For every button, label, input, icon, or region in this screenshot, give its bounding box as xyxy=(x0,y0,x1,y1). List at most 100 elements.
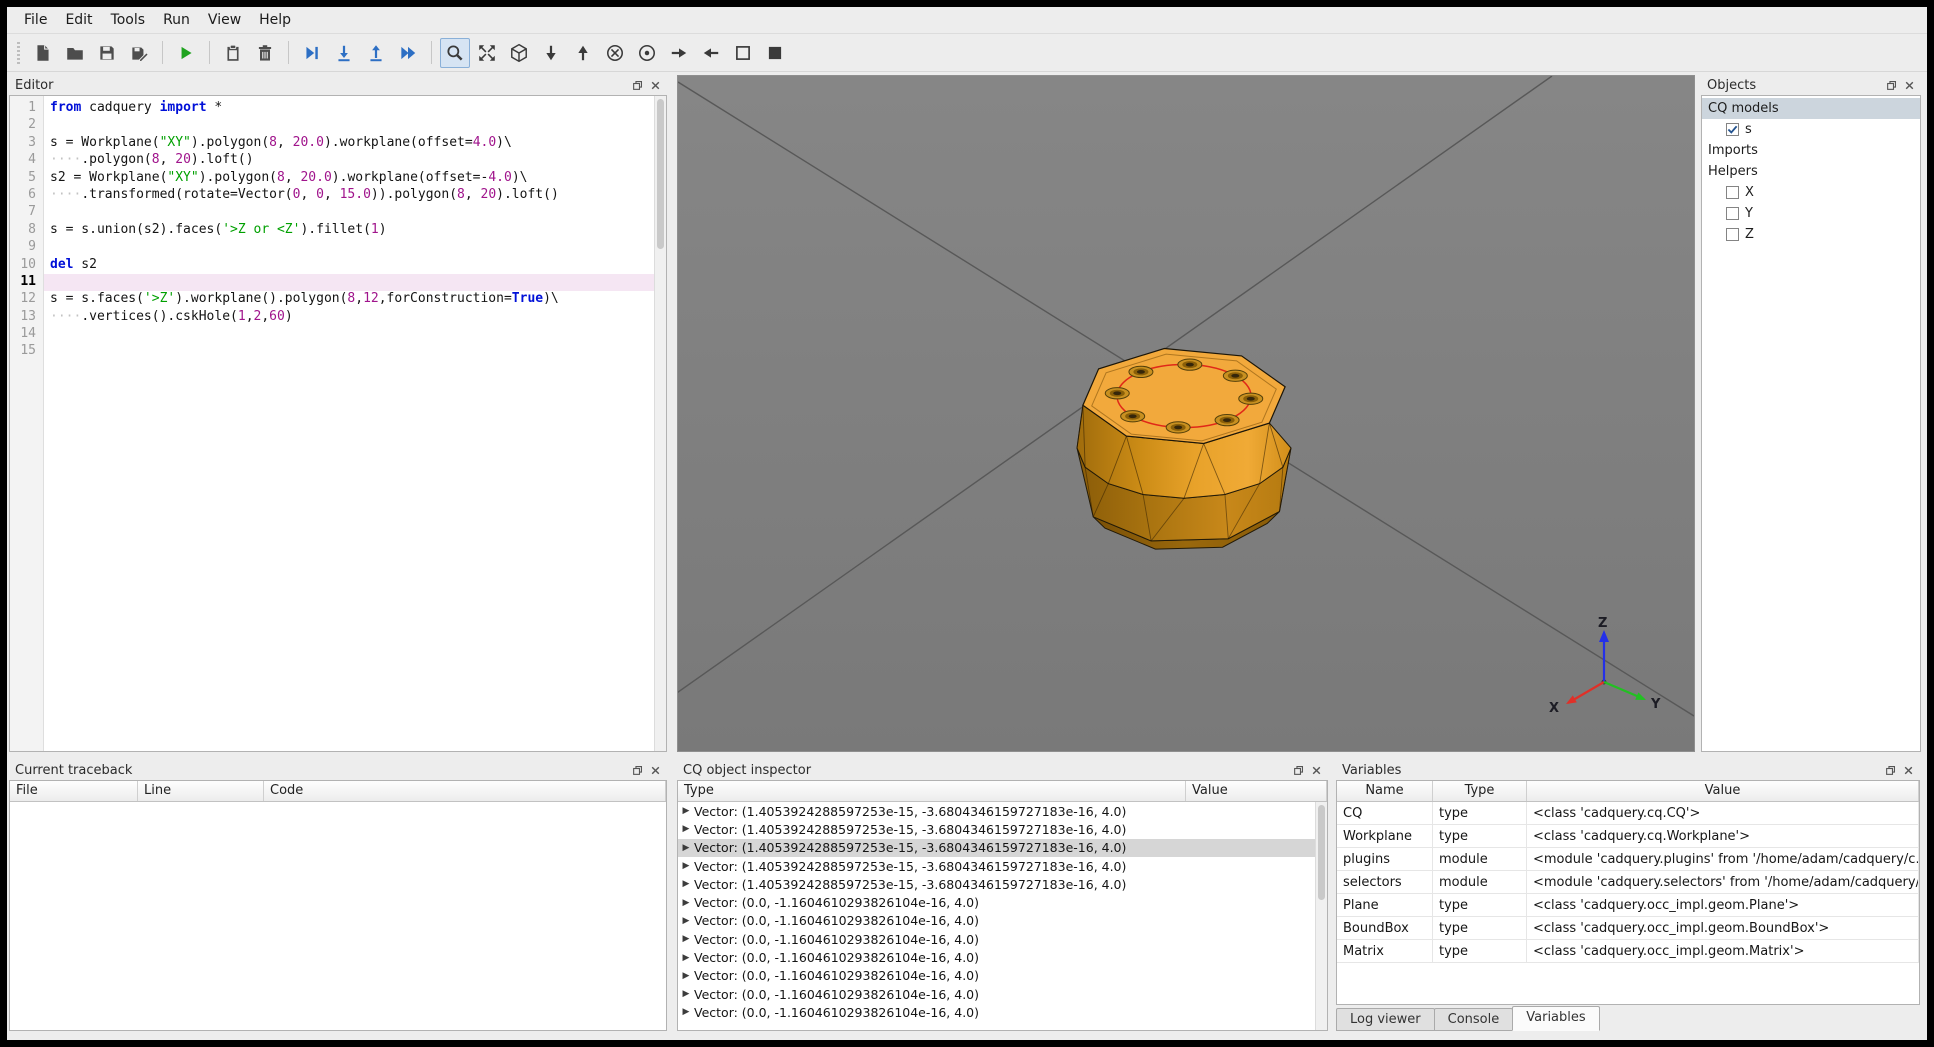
inspector-row[interactable]: ▶ Vector: (1.4053924288597253e-15, -3.680… xyxy=(678,802,1315,820)
expand-arrow-icon[interactable]: ▶ xyxy=(678,806,694,816)
save-button[interactable] xyxy=(92,38,122,68)
close-panel-button[interactable] xyxy=(1309,763,1324,778)
editor-scrollbar[interactable] xyxy=(654,96,666,751)
undock-panel-button[interactable] xyxy=(630,763,645,778)
column-header-value[interactable]: Value xyxy=(1527,781,1919,801)
unchecked-checkbox[interactable] xyxy=(1726,186,1739,199)
render-button[interactable] xyxy=(171,38,201,68)
menu-help[interactable]: Help xyxy=(250,8,300,32)
inspector-row[interactable]: ▶ Vector: (0.0, -1.1604610293826104e-16, … xyxy=(678,912,1315,930)
step-button[interactable] xyxy=(297,38,327,68)
tab-log-viewer[interactable]: Log viewer xyxy=(1336,1008,1435,1031)
toolbar-grip[interactable] xyxy=(17,41,20,64)
variable-row-plane[interactable]: Plane type <class 'cadquery.occ_impl.geom.… xyxy=(1337,894,1919,917)
inspector-row[interactable]: ▶ Vector: (1.4053924288597253e-15, -3.680… xyxy=(678,875,1315,893)
tree-item-s[interactable]: s xyxy=(1702,119,1920,140)
paste-button[interactable] xyxy=(218,38,248,68)
tab-variables[interactable]: Variables xyxy=(1512,1006,1600,1031)
open-button[interactable] xyxy=(60,38,90,68)
expand-arrow-icon[interactable]: ▶ xyxy=(678,824,694,834)
column-header-name[interactable]: Name xyxy=(1337,781,1433,801)
undock-panel-button[interactable] xyxy=(1884,78,1899,93)
tree-item-y[interactable]: Y xyxy=(1702,203,1920,224)
expand-arrow-icon[interactable]: ▶ xyxy=(678,953,694,963)
line-number: 4 xyxy=(28,152,36,168)
tree-item-imports[interactable]: Imports xyxy=(1702,140,1920,161)
inspector-row[interactable]: ▶ Vector: (1.4053924288597253e-15, -3.680… xyxy=(678,820,1315,838)
iso-view-button[interactable] xyxy=(504,38,534,68)
close-panel-button[interactable] xyxy=(1902,78,1917,93)
left-view-button[interactable] xyxy=(696,38,726,68)
tab-console[interactable]: Console xyxy=(1433,1008,1514,1031)
inspector-row-type: Vector: (0.0, -1.1604610293826104e-16, 4… xyxy=(694,1004,979,1020)
front-view-button[interactable] xyxy=(600,38,630,68)
column-header-file[interactable]: File xyxy=(10,781,138,801)
inspector-row[interactable]: ▶ Vector: (0.0, -1.1604610293826104e-16, … xyxy=(678,893,1315,911)
inspector-row-type: Vector: (1.4053924288597253e-15, -3.6804… xyxy=(694,803,1127,819)
inspector-row[interactable]: ▶ Vector: (1.4053924288597253e-15, -3.680… xyxy=(678,838,1315,857)
tree-item-x[interactable]: X xyxy=(1702,182,1920,203)
checked-checkbox[interactable] xyxy=(1726,123,1739,136)
right-view-button[interactable] xyxy=(664,38,694,68)
inspector-row[interactable]: ▶ Vector: (1.4053924288597253e-15, -3.680… xyxy=(678,857,1315,875)
step-in-button[interactable] xyxy=(329,38,359,68)
menu-edit[interactable]: Edit xyxy=(56,8,101,32)
line-number: 7 xyxy=(28,204,36,220)
viewport-canvas[interactable]: Z X Y xyxy=(678,76,1694,751)
tree-item-cq-models[interactable]: CQ models xyxy=(1702,98,1920,119)
undock-panel-button[interactable] xyxy=(1883,763,1898,778)
continue-button[interactable] xyxy=(393,38,423,68)
unchecked-checkbox[interactable] xyxy=(1726,228,1739,241)
undock-panel-button[interactable] xyxy=(1291,763,1306,778)
expand-arrow-icon[interactable]: ▶ xyxy=(678,861,694,871)
variable-row-boundbox[interactable]: BoundBox type <class 'cadquery.occ_impl.ge… xyxy=(1337,917,1919,940)
inspector-scrollbar[interactable] xyxy=(1315,802,1327,1030)
inspector-row[interactable]: ▶ Vector: (0.0, -1.1604610293826104e-16, … xyxy=(678,967,1315,985)
menu-file[interactable]: File xyxy=(15,8,56,32)
zoom-fit-button[interactable] xyxy=(440,37,470,68)
expand-arrow-icon[interactable]: ▶ xyxy=(678,934,694,944)
code-editor[interactable]: from cadquery import * s = Workplane("XY"… xyxy=(44,96,654,751)
menu-run[interactable]: Run xyxy=(154,8,199,32)
back-view-button[interactable] xyxy=(632,38,662,68)
inspector-row[interactable]: ▶ Vector: (0.0, -1.1604610293826104e-16, … xyxy=(678,930,1315,948)
save-as-button[interactable] xyxy=(124,38,154,68)
variable-row-cq[interactable]: CQ type <class 'cadquery.cq.CQ'> xyxy=(1337,802,1919,825)
undock-panel-button[interactable] xyxy=(630,78,645,93)
expand-arrow-icon[interactable]: ▶ xyxy=(678,989,694,999)
expand-arrow-icon[interactable]: ▶ xyxy=(678,971,694,981)
menu-view[interactable]: View xyxy=(199,8,250,32)
variable-row-selectors[interactable]: selectors module <module 'cadquery.selecto… xyxy=(1337,871,1919,894)
inspector-row[interactable]: ▶ Vector: (0.0, -1.1604610293826104e-16, … xyxy=(678,948,1315,966)
variable-row-matrix[interactable]: Matrix type <class 'cadquery.occ_impl.geom… xyxy=(1337,940,1919,963)
shaded-button[interactable] xyxy=(760,38,790,68)
inspector-row[interactable]: ▶ Vector: (0.0, -1.1604610293826104e-16, … xyxy=(678,1003,1315,1021)
top-view-button[interactable] xyxy=(536,38,566,68)
variable-row-plugins[interactable]: plugins module <module 'cadquery.plugins' … xyxy=(1337,848,1919,871)
column-header-type[interactable]: Type xyxy=(678,781,1186,801)
tree-item-helpers[interactable]: Helpers xyxy=(1702,161,1920,182)
expand-arrow-icon[interactable]: ▶ xyxy=(678,916,694,926)
column-header-type[interactable]: Type xyxy=(1433,781,1527,801)
step-out-button[interactable] xyxy=(361,38,391,68)
tree-item-z[interactable]: Z xyxy=(1702,224,1920,245)
variable-row-workplane[interactable]: Workplane type <class 'cadquery.cq.Workpla… xyxy=(1337,825,1919,848)
close-panel-button[interactable] xyxy=(1901,763,1916,778)
close-panel-button[interactable] xyxy=(648,78,663,93)
column-header-value[interactable]: Value xyxy=(1186,781,1327,801)
unchecked-checkbox[interactable] xyxy=(1726,207,1739,220)
inspector-row[interactable]: ▶ Vector: (0.0, -1.1604610293826104e-16, … xyxy=(678,985,1315,1003)
expand-arrow-icon[interactable]: ▶ xyxy=(678,879,694,889)
fit-all-button[interactable] xyxy=(472,38,502,68)
close-panel-button[interactable] xyxy=(648,763,663,778)
column-header-line[interactable]: Line xyxy=(138,781,264,801)
expand-arrow-icon[interactable]: ▶ xyxy=(678,843,694,853)
expand-arrow-icon[interactable]: ▶ xyxy=(678,898,694,908)
new-file-button[interactable] xyxy=(28,38,58,68)
expand-arrow-icon[interactable]: ▶ xyxy=(678,1007,694,1017)
bottom-view-button[interactable] xyxy=(568,38,598,68)
delete-button[interactable] xyxy=(250,38,280,68)
column-header-code[interactable]: Code xyxy=(264,781,666,801)
wireframe-button[interactable] xyxy=(728,38,758,68)
menu-tools[interactable]: Tools xyxy=(102,8,155,32)
